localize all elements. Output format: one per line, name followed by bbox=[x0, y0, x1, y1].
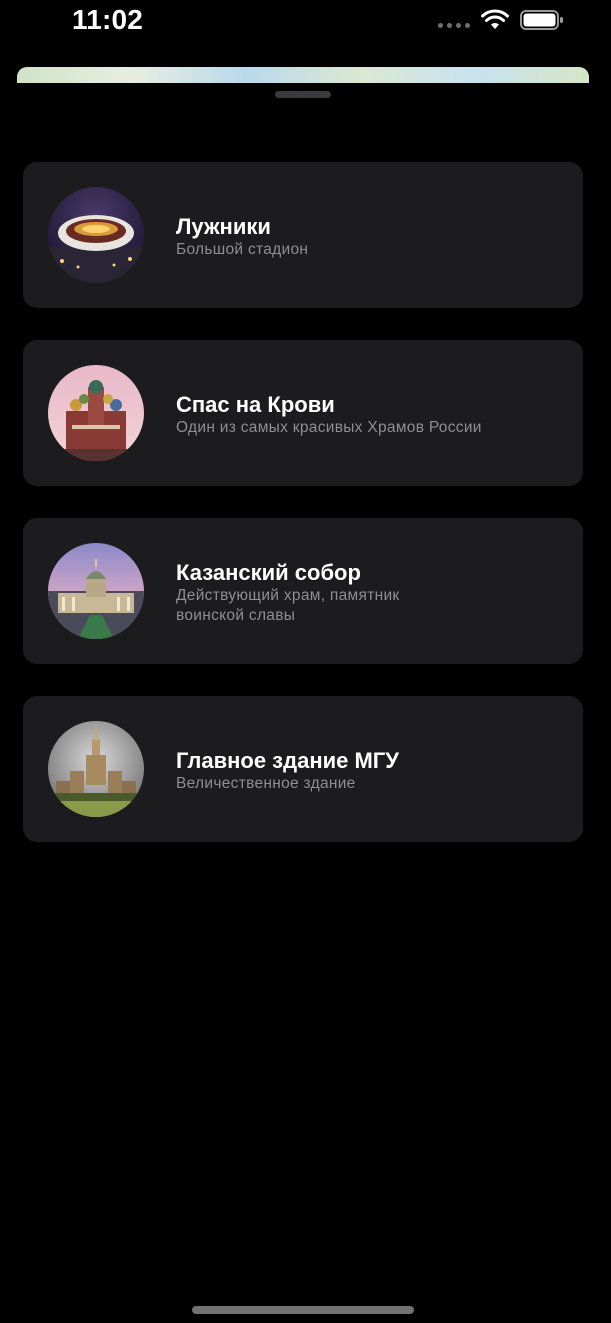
msu-main-building-photo bbox=[48, 721, 144, 817]
map-preview[interactable] bbox=[17, 67, 589, 83]
place-subtitle: Один из самых красивых Храмов России bbox=[176, 419, 482, 436]
place-card-luzhniki[interactable]: Лужники Большой стадион bbox=[23, 162, 583, 308]
place-title: Казанский собор bbox=[176, 560, 361, 585]
savior-on-blood-church-photo bbox=[48, 365, 144, 461]
place-card-kazan-cathedral[interactable]: Казанский собор Действующий храм, памятн… bbox=[23, 518, 583, 664]
luzhniki-stadium-photo bbox=[48, 187, 144, 283]
place-title: Спас на Крови bbox=[176, 392, 335, 417]
cellular-signal-icon bbox=[438, 22, 470, 28]
battery-icon bbox=[520, 10, 563, 30]
wifi-icon bbox=[481, 9, 509, 29]
place-subtitle: Действующий храм, памятник воинской слав… bbox=[176, 587, 400, 624]
place-card-spas-na-krovi[interactable]: Спас на Крови Один из самых красивых Хра… bbox=[23, 340, 583, 486]
kazan-cathedral-photo bbox=[48, 543, 144, 639]
place-title: Главное здание МГУ bbox=[176, 748, 399, 773]
place-subtitle: Большой стадион bbox=[176, 241, 309, 258]
place-subtitle: Величественное здание bbox=[176, 775, 356, 792]
sheet-grabber[interactable] bbox=[275, 91, 331, 98]
place-title: Лужники bbox=[176, 214, 271, 239]
place-card-msu[interactable]: Главное здание МГУ Величественное здание bbox=[23, 696, 583, 842]
status-bar: 11:02 bbox=[0, 0, 611, 44]
status-time: 11:02 bbox=[72, 4, 144, 35]
home-indicator[interactable] bbox=[192, 1306, 414, 1314]
